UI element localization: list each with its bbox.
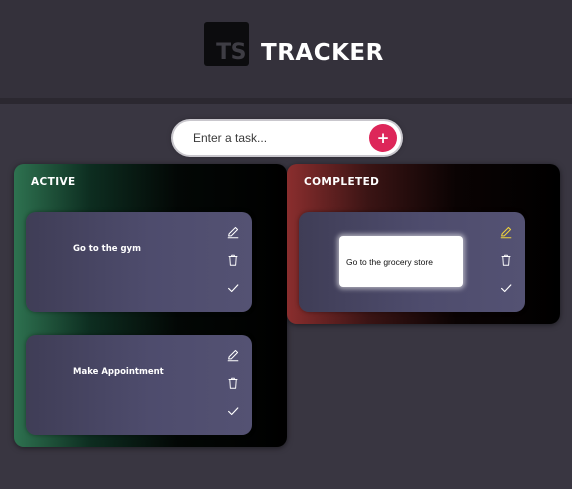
pencil-icon[interactable] bbox=[226, 348, 240, 362]
pencil-icon[interactable] bbox=[499, 225, 513, 239]
app-title: TRACKER bbox=[261, 40, 384, 66]
active-column: ACTIVE Go to the gym Make Appointment bbox=[14, 164, 287, 447]
active-column-title: ACTIVE bbox=[31, 176, 76, 188]
trash-icon[interactable] bbox=[499, 253, 513, 267]
task-card: Make Appointment bbox=[26, 335, 252, 435]
check-icon[interactable] bbox=[226, 281, 240, 295]
task-text: Make Appointment bbox=[73, 367, 164, 377]
add-task-button[interactable]: + bbox=[369, 124, 397, 152]
header-divider bbox=[0, 98, 572, 104]
logo-text: TS bbox=[216, 40, 246, 65]
ts-logo: TS bbox=[204, 22, 249, 66]
trash-icon[interactable] bbox=[226, 253, 240, 267]
completed-column: COMPLETED bbox=[287, 164, 560, 324]
pencil-icon[interactable] bbox=[226, 225, 240, 239]
task-input-bar: + bbox=[173, 121, 401, 155]
completed-column-title: COMPLETED bbox=[304, 176, 380, 188]
app-header: TS TRACKER bbox=[0, 0, 572, 98]
check-icon[interactable] bbox=[226, 404, 240, 418]
task-text: Go to the gym bbox=[73, 244, 141, 254]
task-card: Go to the gym bbox=[26, 212, 252, 312]
edit-task-field bbox=[339, 236, 463, 287]
edit-task-input[interactable] bbox=[346, 255, 460, 269]
task-input[interactable] bbox=[193, 129, 363, 147]
task-card bbox=[299, 212, 525, 312]
trash-icon[interactable] bbox=[226, 376, 240, 390]
check-icon[interactable] bbox=[499, 281, 513, 295]
